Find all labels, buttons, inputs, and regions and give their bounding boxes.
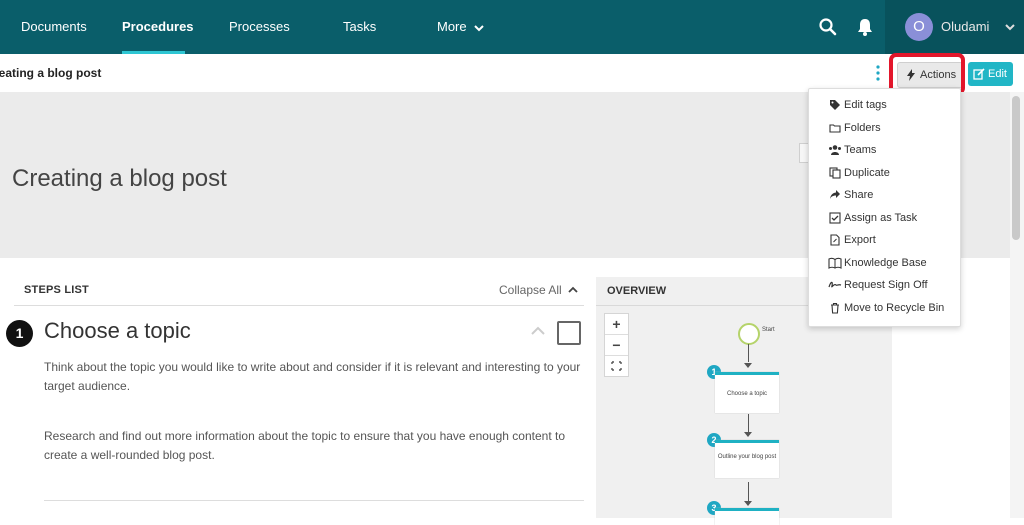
- divider: [44, 500, 584, 501]
- menu-item-duplicate[interactable]: Duplicate: [809, 162, 960, 184]
- scrollbar-thumb[interactable]: [1012, 96, 1020, 240]
- menu-item-assign-as-task[interactable]: Assign as Task: [809, 207, 960, 229]
- step-description: Research and find out more information a…: [44, 429, 566, 462]
- divider: [14, 305, 584, 306]
- flow-connector: [748, 344, 749, 362]
- arrow-down-icon: [744, 363, 752, 368]
- flow-step-node[interactable]: [715, 508, 779, 525]
- step-number-badge: 1: [6, 320, 33, 347]
- nav-more-label: More: [437, 19, 467, 34]
- book-icon: [828, 257, 842, 269]
- overview-title: OVERVIEW: [607, 285, 667, 297]
- menu-item-label: Assign as Task: [844, 212, 918, 224]
- flow-start-label: Start: [762, 327, 775, 333]
- nav-processes-label: Processes: [229, 19, 290, 34]
- edit-button[interactable]: Edit: [968, 62, 1013, 86]
- zoom-controls: + −: [604, 313, 629, 377]
- chevron-up-icon: [568, 286, 578, 293]
- menu-item-label: Move to Recycle Bin: [844, 302, 945, 314]
- menu-item-label: Duplicate: [844, 167, 890, 179]
- step-complete-checkbox[interactable]: [557, 321, 581, 345]
- nav-documents-label: Documents: [21, 19, 87, 34]
- menu-item-edit-tags[interactable]: Edit tags: [809, 94, 960, 116]
- step-description: Think about the topic you would like to …: [44, 360, 581, 393]
- menu-item-label: Request Sign Off: [844, 279, 928, 291]
- copy-icon: [829, 167, 841, 179]
- bell-icon[interactable]: [855, 17, 875, 37]
- nav-processes[interactable]: Processes: [229, 0, 290, 54]
- menu-item-label: Export: [844, 234, 876, 246]
- arrow-down-icon: [744, 501, 752, 506]
- zoom-in-button[interactable]: +: [605, 314, 628, 334]
- nav-tasks[interactable]: Tasks: [343, 0, 376, 54]
- menu-item-export[interactable]: Export: [809, 229, 960, 251]
- signature-icon: [828, 281, 842, 288]
- check-square-icon: [829, 212, 841, 224]
- flow-step-node[interactable]: Outline your blog post: [715, 440, 779, 478]
- menu-item-label: Share: [844, 189, 874, 201]
- arrow-down-icon: [744, 432, 752, 437]
- users-icon: [829, 145, 841, 155]
- chevron-down-icon: [474, 24, 484, 31]
- flow-connector: [748, 482, 749, 502]
- collapse-all-button[interactable]: Collapse All: [499, 283, 578, 297]
- document-title: reating a blog post: [0, 66, 102, 80]
- menu-item-knowledge-base[interactable]: Knowledge Base: [809, 252, 960, 274]
- nav-more[interactable]: More: [437, 0, 484, 54]
- nav-procedures-label: Procedures: [122, 19, 194, 34]
- folder-icon: [829, 124, 841, 133]
- menu-item-label: Edit tags: [844, 99, 887, 111]
- flow-start-node[interactable]: [738, 323, 760, 345]
- user-name: Oludami: [941, 19, 990, 34]
- fit-screen-icon[interactable]: [605, 355, 628, 376]
- flow-step-node[interactable]: Choose a topic: [715, 372, 779, 413]
- menu-item-label: Teams: [844, 144, 877, 156]
- nav-documents[interactable]: Documents: [21, 0, 87, 54]
- file-export-icon: [830, 234, 840, 246]
- edit-label: Edit: [988, 68, 1007, 80]
- chevron-down-icon: [1005, 24, 1015, 31]
- page-title: Creating a blog post: [12, 165, 227, 192]
- collapse-all-label: Collapse All: [499, 283, 562, 297]
- steps-list-header: STEPS LIST: [24, 284, 89, 296]
- share-icon: [830, 190, 840, 199]
- actions-dropdown-menu: Edit tags Folders Teams Duplicate Share …: [808, 88, 961, 327]
- tag-icon: [830, 100, 840, 110]
- trash-icon: [831, 302, 839, 314]
- top-nav-bar: Documents Procedures Processes Tasks Mor…: [0, 0, 1024, 54]
- kebab-menu-icon[interactable]: [874, 64, 882, 82]
- chevron-up-icon[interactable]: [531, 326, 545, 336]
- menu-item-label: Folders: [844, 122, 881, 134]
- menu-item-request-sign-off[interactable]: Request Sign Off: [809, 274, 960, 296]
- flow-connector: [748, 414, 749, 433]
- step-title[interactable]: Choose a topic: [44, 318, 191, 344]
- user-menu[interactable]: O Oludami: [885, 0, 1024, 54]
- edit-icon: [973, 68, 985, 80]
- search-icon[interactable]: [818, 17, 838, 37]
- menu-item-folders[interactable]: Folders: [809, 117, 960, 139]
- menu-item-share[interactable]: Share: [809, 184, 960, 206]
- avatar: O: [905, 13, 933, 41]
- nav-procedures[interactable]: Procedures: [122, 0, 194, 54]
- menu-item-teams[interactable]: Teams: [809, 139, 960, 161]
- nav-tasks-label: Tasks: [343, 19, 377, 34]
- menu-item-move-to-recycle-bin[interactable]: Move to Recycle Bin: [809, 297, 960, 319]
- zoom-out-button[interactable]: −: [605, 334, 628, 355]
- menu-item-label: Knowledge Base: [844, 257, 927, 269]
